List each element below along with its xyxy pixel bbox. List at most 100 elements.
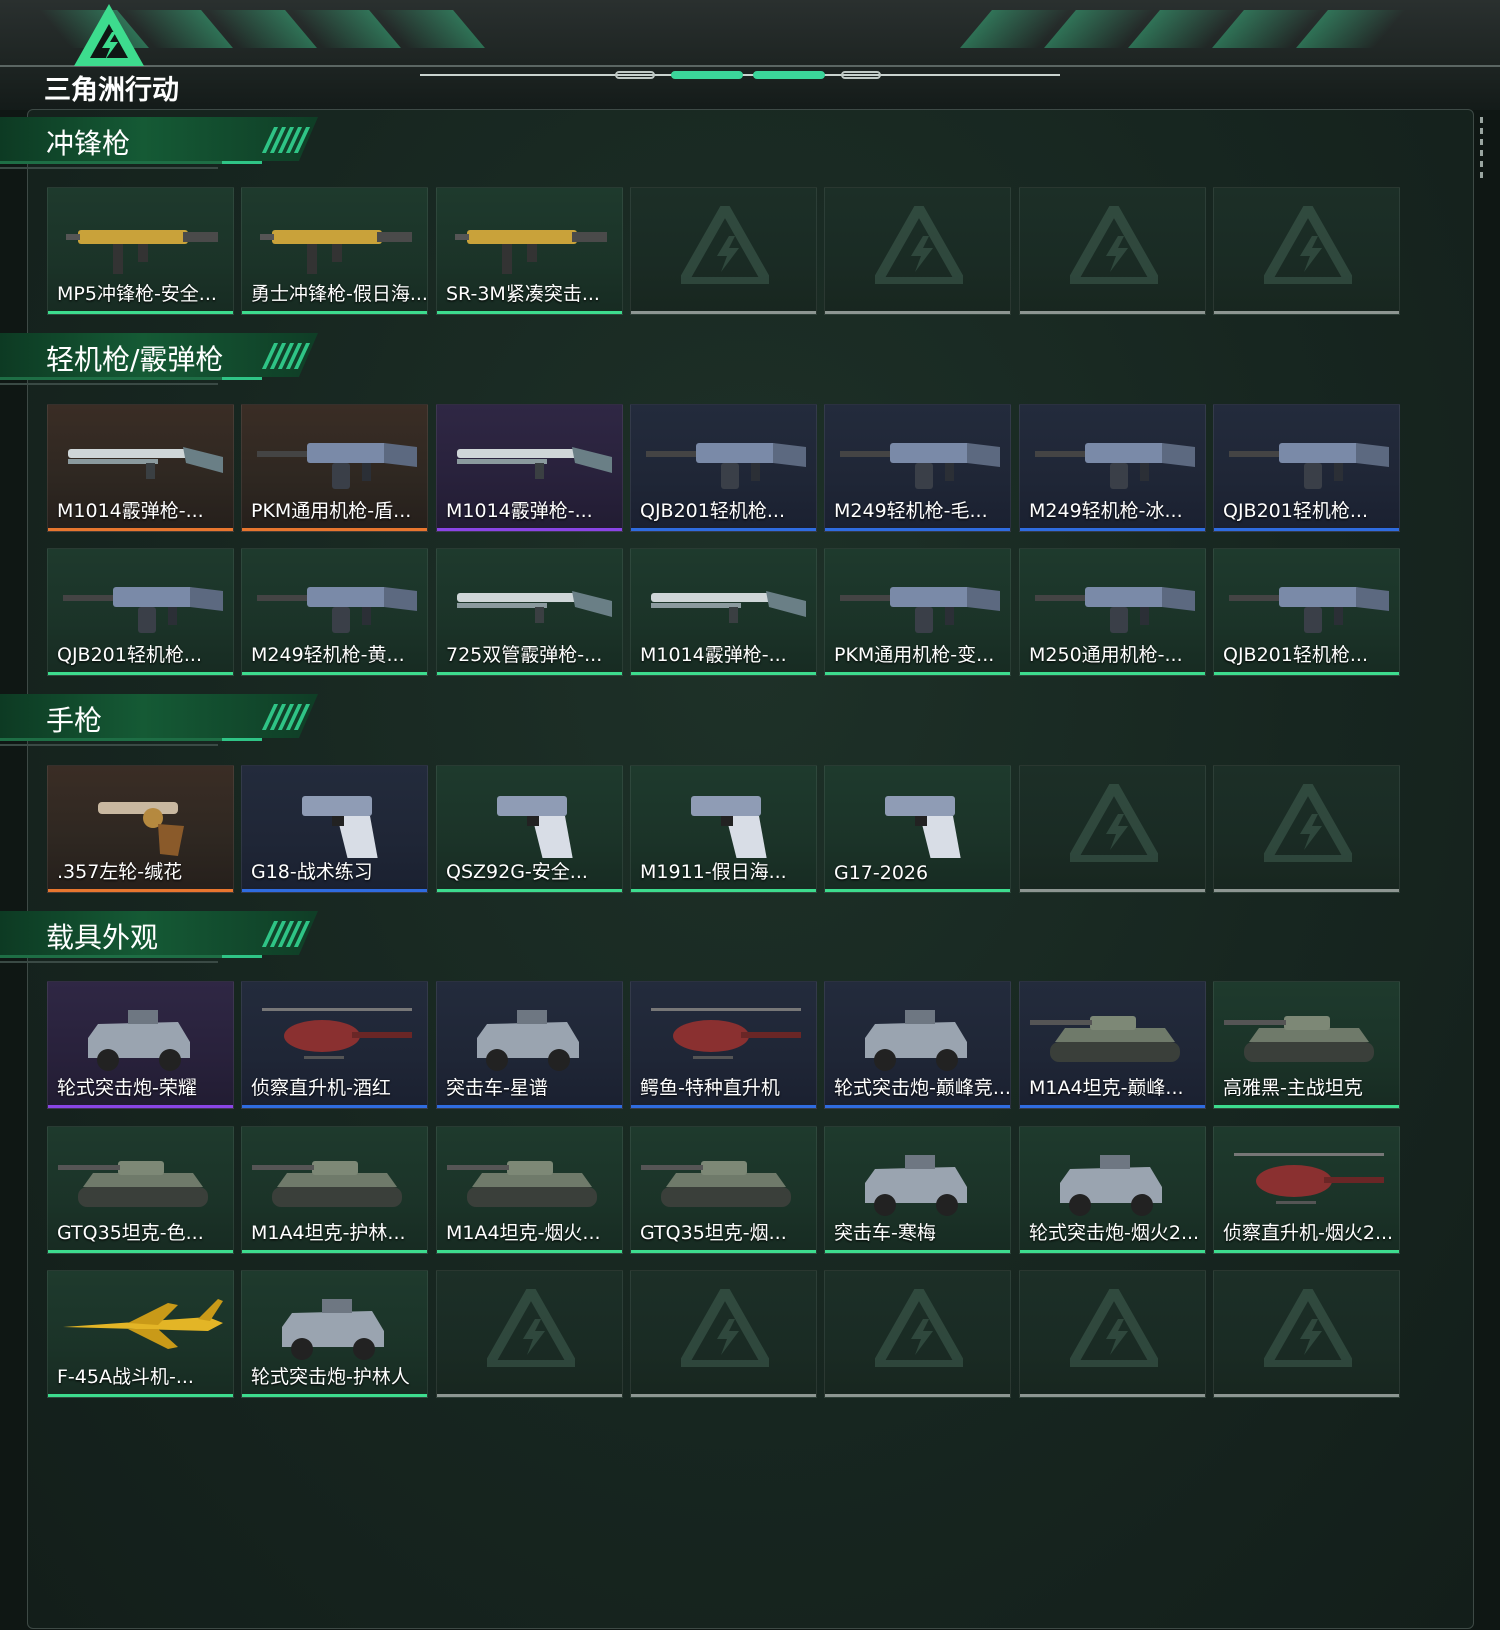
section-decor-ticks <box>261 921 311 951</box>
skin-name: M1A4坦克-烟火... <box>446 1222 601 1244</box>
skin-card[interactable]: 轮式突击炮-荣耀 <box>47 981 234 1109</box>
rarity-bar <box>48 1250 233 1253</box>
rarity-bar <box>242 311 427 314</box>
rarity-bar <box>48 672 233 675</box>
skin-card[interactable]: 侦察直升机-酒红 <box>241 981 428 1109</box>
skin-card[interactable]: M1A4坦克-巅峰... <box>1019 981 1206 1109</box>
skin-card[interactable]: 突击车-寒梅 <box>824 1126 1011 1254</box>
skin-name: 轮式突击炮-护林人 <box>251 1366 410 1388</box>
skin-card[interactable]: 勇士冲锋枪-假日海... <box>241 187 428 315</box>
skin-card[interactable]: M249轻机枪-毛... <box>824 404 1011 532</box>
rarity-bar <box>631 1250 816 1253</box>
skin-name: 轮式突击炮-荣耀 <box>57 1077 197 1099</box>
tank-icon <box>641 1161 791 1207</box>
skin-name: 突击车-星谱 <box>446 1077 548 1099</box>
rarity-bar <box>825 1394 1010 1397</box>
skin-name: 轮式突击炮-巅峰竞... <box>834 1077 1011 1099</box>
armored-car-icon <box>88 1010 190 1071</box>
section-decor-ticks <box>261 343 311 373</box>
rarity-bar <box>242 528 427 531</box>
skin-card[interactable]: M1014霰弹枪-... <box>47 404 234 532</box>
skin-card[interactable]: .357左轮-缄花 <box>47 765 234 893</box>
skin-card[interactable]: PKM通用机枪-盾... <box>241 404 428 532</box>
rarity-bar <box>437 672 622 675</box>
rarity-bar <box>48 1394 233 1397</box>
skin-card[interactable]: QJB201轻机枪... <box>1213 548 1400 676</box>
shotgun-icon <box>68 447 223 479</box>
machine-gun-icon <box>257 587 417 633</box>
rarity-bar <box>48 311 233 314</box>
section-divider <box>0 961 218 963</box>
skin-card[interactable]: F-45A战斗机-... <box>47 1270 234 1398</box>
delta-placeholder-icon <box>875 1289 963 1367</box>
rarity-bar <box>1214 311 1399 314</box>
rarity-bar <box>1214 889 1399 892</box>
rarity-bar <box>631 1105 816 1108</box>
tank-icon <box>447 1161 597 1207</box>
skin-card[interactable]: G18-战术练习 <box>241 765 428 893</box>
skin-card[interactable]: M1014霰弹枪-... <box>436 404 623 532</box>
empty-slot <box>1019 1270 1206 1398</box>
tank-icon <box>58 1161 208 1207</box>
section-decor-ticks <box>261 127 311 157</box>
rarity-bar <box>631 889 816 892</box>
rarity-bar <box>631 528 816 531</box>
skin-name: QJB201轻机枪... <box>1223 644 1368 666</box>
rarity-bar <box>825 311 1010 314</box>
pistol-icon <box>691 796 767 858</box>
skin-card[interactable]: 侦察直升机-烟火2... <box>1213 1126 1400 1254</box>
skin-name: M1A4坦克-护林... <box>251 1222 406 1244</box>
skin-card[interactable]: M250通用机枪-... <box>1019 548 1206 676</box>
skin-card[interactable]: M1911-假日海... <box>630 765 817 893</box>
section-divider <box>0 167 218 169</box>
rarity-bar <box>242 1250 427 1253</box>
skin-card[interactable]: GTQ35坦克-色... <box>47 1126 234 1254</box>
skin-name: PKM通用机枪-变... <box>834 644 995 666</box>
skin-card[interactable]: 轮式突击炮-护林人 <box>241 1270 428 1398</box>
machine-gun-icon <box>1229 443 1389 489</box>
skin-card[interactable]: PKM通用机枪-变... <box>824 548 1011 676</box>
skin-card[interactable]: QJB201轻机枪... <box>47 548 234 676</box>
skin-name: QJB201轻机枪... <box>640 500 785 522</box>
machine-gun-icon <box>1035 443 1195 489</box>
skin-card[interactable]: QJB201轻机枪... <box>1213 404 1400 532</box>
skin-name: M249轻机枪-冰... <box>1029 500 1183 522</box>
skin-card[interactable]: M249轻机枪-冰... <box>1019 404 1206 532</box>
skin-card[interactable]: SR-3M紧凑突击... <box>436 187 623 315</box>
skin-card[interactable]: 725双管霰弹枪-... <box>436 548 623 676</box>
skin-card[interactable]: GTQ35坦克-烟... <box>630 1126 817 1254</box>
rarity-bar <box>825 1105 1010 1108</box>
skin-card[interactable]: 突击车-星谱 <box>436 981 623 1109</box>
skin-card[interactable]: 轮式突击炮-烟火2... <box>1019 1126 1206 1254</box>
skin-name: 鳄鱼-特种直升机 <box>640 1077 780 1099</box>
shotgun-icon <box>651 591 806 623</box>
section-title: 冲锋枪 <box>46 127 131 160</box>
skin-card[interactable]: M1A4坦克-烟火... <box>436 1126 623 1254</box>
skin-card[interactable]: G17-2026 <box>824 765 1011 893</box>
scrollbar-indicator[interactable] <box>1480 117 1484 183</box>
skin-card[interactable]: 鳄鱼-特种直升机 <box>630 981 817 1109</box>
skin-card[interactable]: MP5冲锋枪-安全... <box>47 187 234 315</box>
machine-gun-icon <box>1035 587 1195 633</box>
section-header: 手枪 <box>0 694 330 746</box>
skin-card[interactable]: M249轻机枪-黄... <box>241 548 428 676</box>
delta-placeholder-icon <box>1264 206 1352 284</box>
skin-name: M249轻机枪-黄... <box>251 644 405 666</box>
logo-title: 三角洲行动 <box>44 75 179 106</box>
skin-card[interactable]: M1A4坦克-护林... <box>241 1126 428 1254</box>
rarity-bar <box>48 1105 233 1108</box>
rarity-bar <box>437 1105 622 1108</box>
tank-icon <box>1030 1016 1180 1062</box>
skin-card[interactable]: QSZ92G-安全... <box>436 765 623 893</box>
section-divider <box>0 744 218 746</box>
skin-card[interactable]: M1014霰弹枪-... <box>630 548 817 676</box>
skin-card[interactable]: 轮式突击炮-巅峰竞... <box>824 981 1011 1109</box>
skin-card[interactable]: QJB201轻机枪... <box>630 404 817 532</box>
banner-rule <box>0 65 1500 67</box>
skin-name: MP5冲锋枪-安全... <box>57 283 217 305</box>
skin-name: G17-2026 <box>834 862 929 884</box>
machine-gun-icon <box>63 587 223 633</box>
empty-slot <box>824 1270 1011 1398</box>
skin-card[interactable]: 高雅黑-主战坦克 <box>1213 981 1400 1109</box>
rarity-bar <box>1214 528 1399 531</box>
